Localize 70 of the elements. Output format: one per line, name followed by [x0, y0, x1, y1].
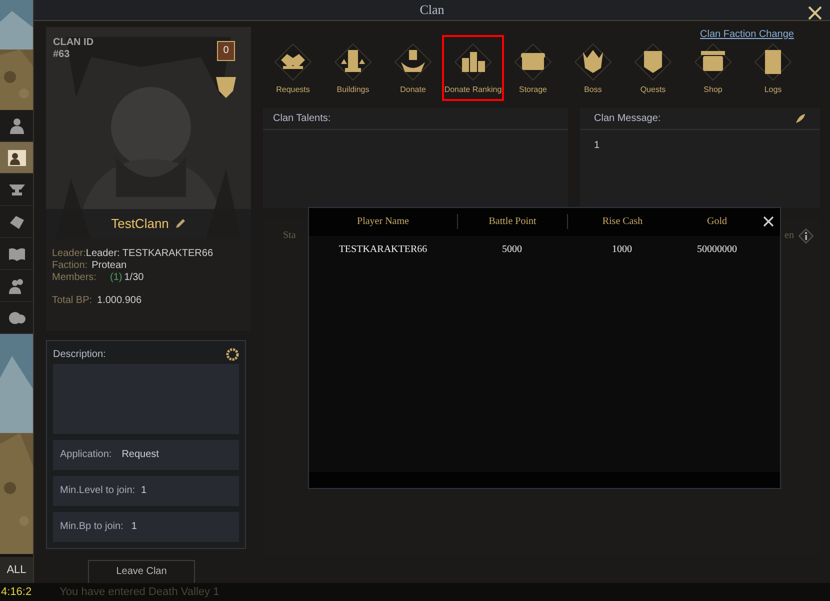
message-text: 1: [593, 138, 601, 152]
table-cell-text: TESTKARAKTER66: [338, 243, 428, 257]
column-header: Rise Cash: [567, 214, 677, 229]
clan-name: TestClann: [111, 214, 169, 233]
window-title: Clan: [420, 1, 444, 19]
members-online: (1): [110, 272, 122, 284]
min-bp-label: Min.Bp to join:: [60, 520, 124, 534]
close-button[interactable]: [806, 4, 824, 22]
leader-value: Leader: TESTKARAKTER66: [86, 248, 214, 260]
anvil-icon: [8, 184, 26, 196]
side-tab[interactable]: [0, 110, 33, 142]
table-header: Sta: [283, 228, 296, 242]
application-value: Request: [122, 448, 159, 462]
faction-change-link[interactable]: Clan Faction Change: [700, 26, 794, 42]
column-header: Battle Point: [457, 214, 567, 229]
person-icon: [8, 116, 26, 134]
side-tab[interactable]: [0, 238, 33, 270]
chat-time: 4:16:2: [0, 584, 32, 600]
side-tab[interactable]: [0, 206, 33, 238]
message-title: Clan Message:: [594, 112, 661, 126]
menu-button[interactable]: Donate: [383, 42, 443, 100]
total-bp-label: Total BP:: [52, 294, 92, 306]
clan-id: #63: [53, 48, 71, 60]
chat-tab[interactable]: ALL: [0, 557, 33, 583]
application-label: Application:: [60, 448, 112, 462]
clan-id-label: CLAN ID: [53, 36, 94, 48]
rank-badge: 0: [217, 40, 235, 60]
column-header: Gold: [706, 215, 728, 229]
friends-icon: [8, 276, 26, 294]
talents-title: Clan Talents:: [273, 112, 331, 126]
menu-button[interactable]: Buildings: [323, 42, 383, 100]
tower-icon: [333, 42, 373, 82]
quill-icon[interactable]: [795, 112, 806, 124]
table-cell-text: 50000000: [696, 243, 738, 257]
chat-message: You have entered Death Valley 1: [60, 584, 220, 600]
members-count: 1/30: [124, 272, 144, 284]
side-tab[interactable]: [0, 174, 33, 206]
info-icon[interactable]: [798, 228, 814, 244]
total-bp-value: 1.000.906: [97, 294, 142, 306]
menu-button[interactable]: Requests: [263, 42, 323, 100]
menu-button[interactable]: Boss: [563, 42, 623, 100]
menu-button[interactable]: Logs: [743, 42, 803, 100]
people-icon: [6, 148, 26, 166]
description-label: Description:: [53, 348, 106, 362]
side-tab[interactable]: [0, 302, 33, 334]
close-icon: [808, 6, 822, 20]
menu-button[interactable]: Quests: [623, 42, 683, 100]
gear-icon[interactable]: [226, 348, 239, 360]
min-level-label: Min.Level to join:: [60, 484, 136, 498]
side-tab[interactable]: [0, 142, 33, 174]
leader-label: Leader:: [52, 248, 86, 260]
menu-button[interactable]: Donate Ranking: [443, 36, 503, 100]
side-tab[interactable]: [0, 270, 33, 302]
table-cell-text: 5000: [501, 243, 523, 257]
faction-value: Protean: [92, 260, 127, 272]
leave-clan-button[interactable]: Leave Clan: [88, 560, 195, 584]
podium-icon: [453, 42, 493, 82]
pencil-icon[interactable]: [174, 218, 186, 229]
column-header: Player Name: [356, 215, 410, 229]
table-header: en: [784, 229, 794, 243]
menu-button[interactable]: Storage: [503, 42, 563, 100]
members-label: Members:: [52, 272, 98, 284]
chest-icon: [513, 42, 553, 82]
min-level-value: 1: [141, 484, 147, 498]
faction-label: Faction:: [52, 260, 88, 272]
min-bp-value: 1: [131, 520, 137, 534]
close-icon: [762, 216, 774, 227]
pennant-icon: [215, 74, 237, 98]
table-cell-text: 1000: [611, 243, 633, 257]
menu-button[interactable]: Shop: [683, 42, 743, 100]
